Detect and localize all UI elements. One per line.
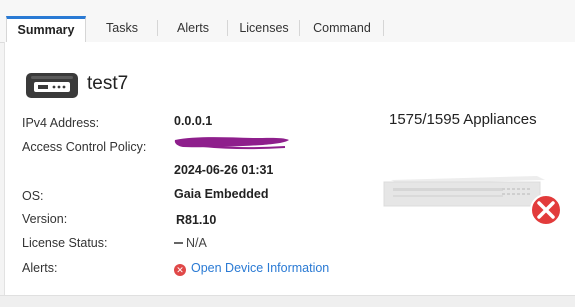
- os-label: OS:: [22, 189, 44, 203]
- policy-date-value: 2024-06-26 01:31: [174, 163, 274, 177]
- appliance-illustration: [383, 176, 561, 226]
- tab-licenses[interactable]: Licenses: [228, 18, 300, 42]
- error-circle-icon: ✕: [174, 264, 186, 276]
- ipv4-value: 0.0.0.1: [174, 114, 213, 128]
- alerts-label: Alerts:: [22, 261, 58, 275]
- version-value: R81.10: [176, 213, 217, 227]
- tab-alerts[interactable]: Alerts: [158, 18, 228, 42]
- error-x-icon: [530, 194, 561, 226]
- gateway-device-icon: [26, 73, 78, 98]
- tab-command[interactable]: Command: [300, 18, 384, 42]
- alerts-value: ✕ Open Device Information: [174, 260, 329, 276]
- bottom-strip: [0, 295, 575, 307]
- ipv4-label: IPv4 Address:: [22, 116, 100, 130]
- version-label: Version:: [22, 212, 68, 226]
- license-status-text: N/A: [186, 236, 207, 250]
- os-value: Gaia Embedded: [174, 187, 269, 201]
- open-device-information-link[interactable]: Open Device Information: [191, 261, 329, 275]
- redacted-policy-value: [174, 137, 289, 150]
- tab-bar: Summary Tasks Alerts Licenses Command: [0, 10, 575, 43]
- device-summary-window: Summary Tasks Alerts Licenses Command te…: [0, 0, 575, 307]
- summary-panel: test7 IPv4 Address: 0.0.0.1 Access Contr…: [4, 42, 575, 295]
- tab-summary[interactable]: Summary: [6, 16, 86, 43]
- policy-label: Access Control Policy:: [22, 140, 147, 154]
- device-name: test7: [87, 73, 129, 94]
- appliance-series: 1575/1595 Appliances: [389, 111, 537, 128]
- tab-tasks[interactable]: Tasks: [86, 18, 158, 42]
- dash-icon: [174, 242, 183, 244]
- license-status-value: N/A: [174, 235, 207, 251]
- license-status-label: License Status:: [22, 236, 108, 250]
